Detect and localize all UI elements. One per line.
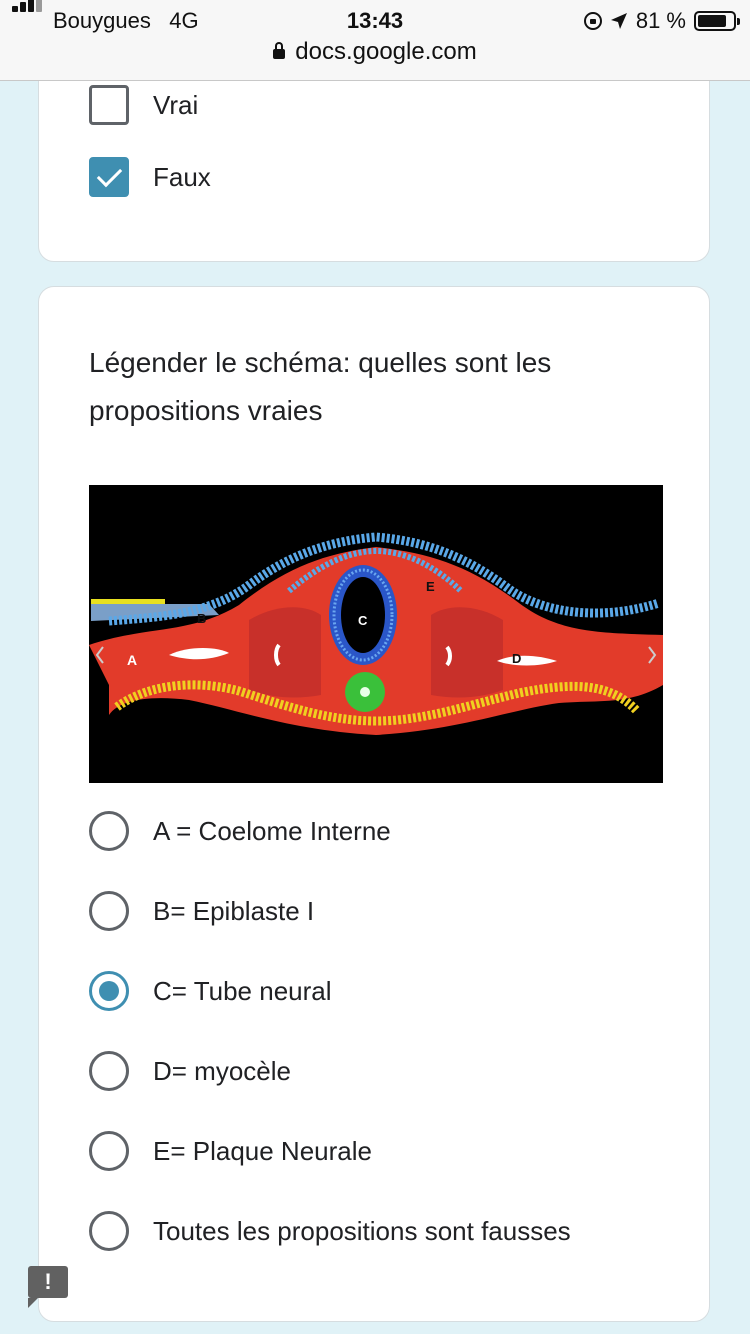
question-card: Légender le schéma: quelles sont les pro… (38, 286, 710, 1322)
radio-option-e[interactable]: E= Plaque Neurale (89, 1131, 372, 1171)
figure-label-c: C (358, 613, 368, 628)
browser-top-bar: Bouygues 4G 13:43 81 % docs.google.com (0, 0, 750, 81)
address-bar[interactable]: docs.google.com (0, 38, 750, 66)
radio-button[interactable] (89, 891, 129, 931)
figure-label-d: D (512, 651, 521, 666)
figure-label-b: B (197, 611, 206, 626)
radio-option-d[interactable]: D= myocèle (89, 1051, 291, 1091)
checkbox-unchecked[interactable] (89, 85, 129, 125)
radio-button[interactable] (89, 1211, 129, 1251)
location-arrow-icon (610, 13, 627, 29)
radio-button[interactable] (89, 1131, 129, 1171)
battery-icon (694, 11, 740, 31)
radio-label: Toutes les propositions sont fausses (153, 1215, 571, 1246)
orientation-lock-icon (583, 12, 602, 30)
report-feedback-button[interactable]: ! (28, 1266, 68, 1308)
padlock-icon (273, 42, 286, 59)
radio-option-b[interactable]: B= Epiblaste I (89, 891, 314, 931)
radio-label: E= Plaque Neurale (153, 1135, 372, 1166)
checkbox-checked[interactable] (89, 157, 129, 197)
embryo-diagram-image: A B C D E (89, 485, 663, 783)
checkbox-option-faux[interactable]: Faux (89, 157, 211, 197)
status-bar: Bouygues 4G 13:43 81 % (0, 0, 750, 36)
battery-percent: 81 % (635, 8, 686, 33)
checkbox-label: Faux (153, 161, 211, 192)
exclamation-icon: ! (44, 1269, 52, 1294)
radio-option-c[interactable]: C= Tube neural (89, 971, 332, 1011)
radio-label: A = Coelome Interne (153, 815, 391, 846)
radio-label: C= Tube neural (153, 975, 332, 1006)
radio-button-selected[interactable] (89, 971, 129, 1011)
checkbox-option-vrai[interactable]: Vrai (89, 85, 198, 125)
figure-label-a: A (127, 652, 137, 668)
radio-button[interactable] (89, 811, 129, 851)
radio-label: D= myocèle (153, 1055, 291, 1086)
figure-label-e: E (426, 579, 435, 594)
radio-button[interactable] (89, 1051, 129, 1091)
url-text: docs.google.com (295, 38, 477, 65)
checkbox-label: Vrai (153, 89, 199, 120)
battery-fill (698, 15, 726, 27)
radio-option-a[interactable]: A = Coelome Interne (89, 811, 391, 851)
question-title: Légender le schéma: quelles sont les pro… (89, 347, 552, 426)
radio-label: B= Epiblaste I (153, 895, 315, 926)
radio-option-none[interactable]: Toutes les propositions sont fausses (89, 1211, 571, 1251)
